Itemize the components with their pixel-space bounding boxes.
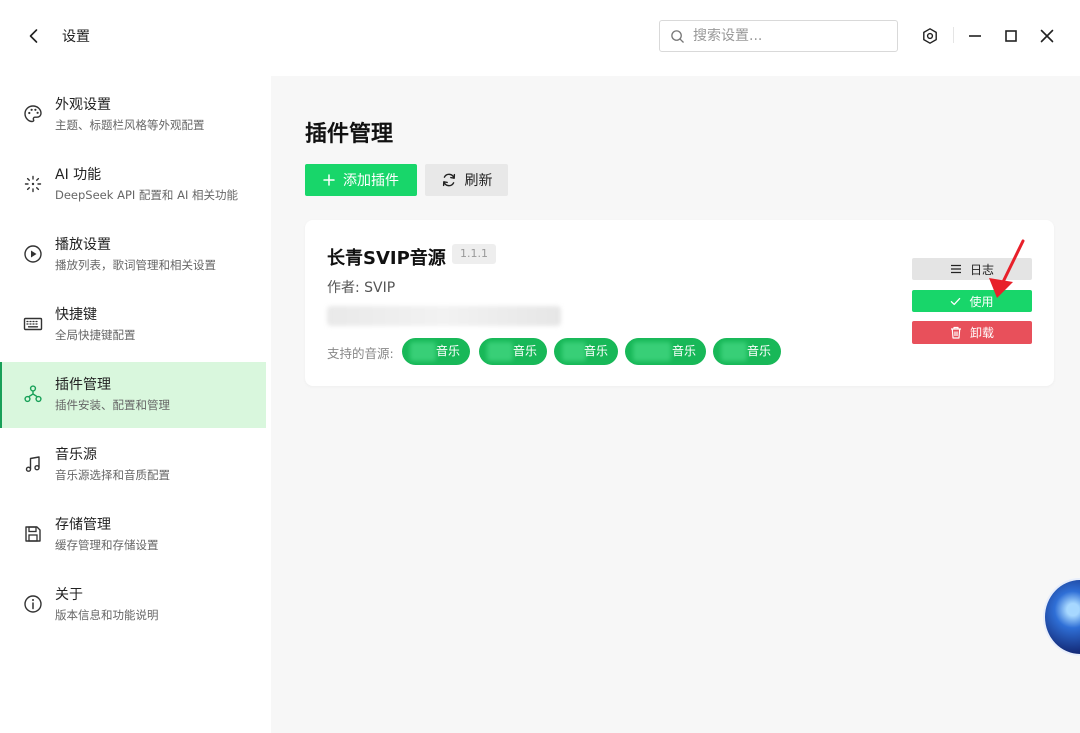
plugin-author: 作者: SVIP: [327, 280, 396, 296]
source-tag: 音乐: [625, 338, 706, 365]
log-button[interactable]: 日志: [912, 258, 1032, 280]
sources-label: 支持的音源:: [327, 346, 394, 361]
menu-lines-icon: [950, 263, 962, 275]
play-circle-icon: [22, 243, 44, 265]
window-title: 设置: [62, 29, 90, 45]
hexagon-gear-icon: [923, 28, 937, 44]
search-box[interactable]: [659, 20, 898, 52]
maximize-button[interactable]: [999, 24, 1023, 48]
keyboard-icon: [22, 313, 44, 335]
sidebar-item-label: 存储管理: [55, 517, 111, 533]
use-label: 使用: [969, 294, 994, 309]
refresh-label: 刷新: [464, 173, 493, 189]
source-tag: 音乐: [713, 338, 781, 365]
sidebar-item-label: 播放设置: [55, 237, 111, 253]
save-icon: [22, 523, 44, 545]
sidebar-item-desc: 音乐源选择和音质配置: [55, 468, 170, 482]
maximize-icon: [1005, 30, 1017, 42]
sidebar-item-storage[interactable]: 存储管理 缓存管理和存储设置: [0, 502, 266, 568]
add-plugin-button[interactable]: 添加插件: [305, 164, 417, 196]
uninstall-button[interactable]: 卸载: [912, 321, 1032, 344]
sidebar-item-label: 关于: [55, 587, 83, 603]
redacted-description: [327, 306, 561, 326]
sidebar-item-desc: 全局快捷键配置: [55, 328, 136, 342]
plus-icon: [323, 174, 335, 186]
plugin-management-panel: 插件管理 添加插件 刷新 长青SVIP音源 1.1.1 作者: SVIP 支持的…: [271, 76, 1080, 733]
sidebar-item-appearance[interactable]: 外观设置 主题、标题栏风格等外观配置: [0, 82, 266, 148]
chevron-left-icon: [29, 29, 38, 43]
page-title: 插件管理: [305, 122, 394, 147]
uninstall-label: 卸载: [969, 326, 994, 340]
title-bar: 设置: [0, 0, 1080, 72]
search-icon: [671, 29, 684, 43]
sidebar-item-desc: 缓存管理和存储设置: [55, 538, 159, 552]
source-tag: 音乐: [479, 338, 547, 365]
palette-icon: [22, 103, 44, 125]
minimize-button[interactable]: [963, 24, 987, 48]
music-note-icon: [22, 453, 44, 475]
sidebar-item-label: AI 功能: [55, 167, 102, 183]
back-button[interactable]: [22, 24, 46, 48]
sidebar-item-desc: 版本信息和功能说明: [55, 608, 159, 622]
sidebar-item-ai[interactable]: AI 功能 DeepSeek API 配置和 AI 相关功能: [0, 152, 266, 218]
sidebar-item-music-source[interactable]: 音乐源 音乐源选择和音质配置: [0, 432, 266, 498]
sidebar-item-about[interactable]: 关于 版本信息和功能说明: [0, 572, 266, 638]
sidebar-item-desc: 主题、标题栏风格等外观配置: [55, 118, 205, 132]
trash-icon: [950, 326, 962, 339]
sidebar-item-label: 插件管理: [55, 377, 111, 393]
refresh-button[interactable]: 刷新: [425, 164, 508, 196]
title-divider: [953, 27, 954, 43]
source-tag: 音乐: [554, 338, 618, 365]
close-button[interactable]: [1035, 24, 1059, 48]
add-plugin-label: 添加插件: [343, 173, 399, 189]
info-icon: [22, 593, 44, 615]
theme-settings-button[interactable]: [918, 24, 942, 48]
plugin-nodes-icon: [22, 383, 44, 405]
sidebar-item-desc: 播放列表，歌词管理和相关设置: [55, 258, 216, 272]
ai-sparkle-icon: [22, 173, 44, 195]
sidebar-item-desc: 插件安装、配置和管理: [55, 398, 170, 412]
plugin-name: 长青SVIP音源: [327, 248, 446, 269]
sidebar-item-playback[interactable]: 播放设置 播放列表，歌词管理和相关设置: [0, 222, 266, 288]
check-icon: [950, 296, 961, 307]
source-tag: 音乐: [402, 338, 470, 365]
sidebar-item-desc: DeepSeek API 配置和 AI 相关功能: [55, 188, 238, 202]
sidebar-item-plugins[interactable]: 插件管理 插件安装、配置和管理: [0, 362, 266, 428]
settings-sidebar: 外观设置 主题、标题栏风格等外观配置 AI 功能 DeepSeek API 配置…: [0, 72, 271, 733]
sidebar-item-label: 音乐源: [55, 447, 97, 463]
search-input[interactable]: [693, 28, 883, 44]
sidebar-item-shortcuts[interactable]: 快捷键 全局快捷键配置: [0, 292, 266, 358]
sidebar-item-label: 快捷键: [55, 307, 97, 323]
version-badge: 1.1.1: [452, 244, 496, 264]
log-label: 日志: [969, 262, 994, 277]
use-button[interactable]: 使用: [912, 290, 1032, 312]
plugin-card: 长青SVIP音源 1.1.1 作者: SVIP 支持的音源: 音乐 音乐 音乐 …: [305, 220, 1054, 386]
sidebar-item-label: 外观设置: [55, 97, 111, 113]
refresh-icon: [441, 172, 457, 188]
close-icon: [1040, 29, 1054, 43]
minimize-icon: [969, 35, 981, 37]
